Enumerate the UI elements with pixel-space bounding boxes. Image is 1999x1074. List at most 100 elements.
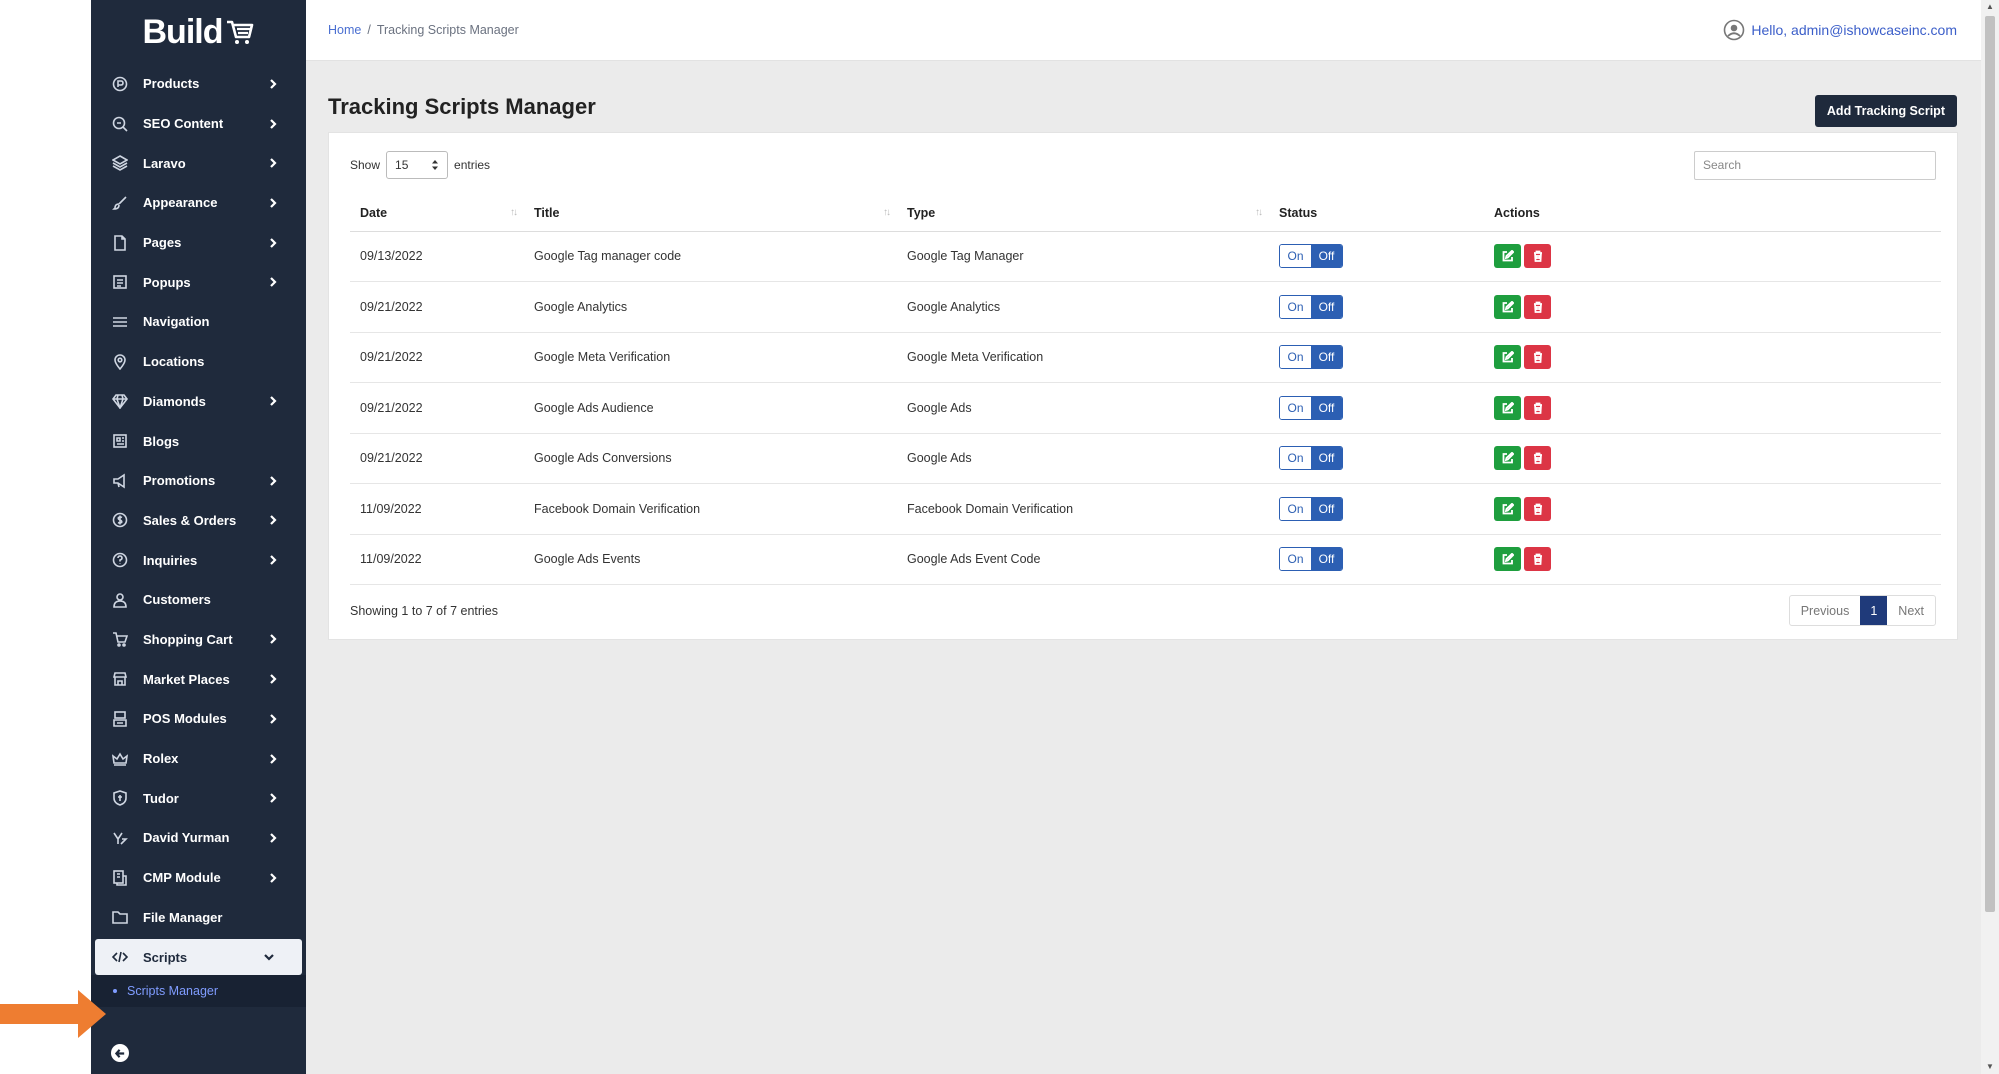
sidebar-item-file-manager[interactable]: File Manager xyxy=(91,897,306,937)
status-toggle[interactable]: On Off xyxy=(1279,446,1343,471)
status-toggle[interactable]: On Off xyxy=(1279,547,1343,572)
sidebar-item-tudor[interactable]: Tudor xyxy=(91,778,306,818)
sidebar-item-popups[interactable]: Popups xyxy=(91,262,306,302)
user-menu[interactable]: Hello, admin@ishowcaseinc.com xyxy=(1723,19,1957,41)
delete-button[interactable] xyxy=(1524,345,1551,370)
dollar-icon xyxy=(111,511,129,529)
tracking-scripts-table: Date ↑↓ Title ↑↓ Type ↑↓ Status Actions 09/… xyxy=(350,195,1941,585)
toggle-off[interactable]: Off xyxy=(1311,396,1342,419)
chevron-down-icon xyxy=(264,952,274,962)
column-header-title[interactable]: Title ↑↓ xyxy=(524,195,897,232)
search-input[interactable] xyxy=(1694,150,1936,180)
add-tracking-script-button[interactable]: Add Tracking Script xyxy=(1814,95,1957,127)
delete-button[interactable] xyxy=(1524,294,1551,319)
delete-button[interactable] xyxy=(1524,547,1551,572)
edit-button[interactable] xyxy=(1494,244,1521,269)
sidebar-item-promotions[interactable]: Promotions xyxy=(91,461,306,501)
edit-button[interactable] xyxy=(1494,496,1521,521)
brand-logo[interactable]: Build xyxy=(91,0,306,64)
dy-icon xyxy=(111,829,129,847)
column-header-status: Status xyxy=(1269,195,1484,232)
table-row: 09/21/2022 Google Meta Verification Google… xyxy=(350,332,1941,383)
delete-button[interactable] xyxy=(1524,446,1551,471)
sidebar-item-diamonds[interactable]: Diamonds xyxy=(91,382,306,422)
megaphone-icon xyxy=(111,472,129,490)
entries-select[interactable]: 15 xyxy=(386,151,449,179)
bullet-icon xyxy=(113,989,117,994)
toggle-off[interactable]: Off xyxy=(1311,497,1342,520)
cell-date: 09/21/2022 xyxy=(350,332,524,383)
edit-icon xyxy=(1502,502,1514,515)
scroll-down-icon[interactable]: ▼ xyxy=(1985,1062,1995,1072)
scroll-up-icon[interactable]: ▲ xyxy=(1985,2,1995,12)
column-header-type[interactable]: Type ↑↓ xyxy=(897,195,1269,232)
cell-title: Google Ads Conversions xyxy=(524,433,897,484)
toggle-off[interactable]: Off xyxy=(1311,548,1342,571)
pagination-previous[interactable]: Previous xyxy=(1790,596,1861,625)
sidebar-item-laravo[interactable]: Laravo xyxy=(91,143,306,183)
delete-button[interactable] xyxy=(1524,496,1551,521)
sidebar-item-shopping-cart[interactable]: Shopping Cart xyxy=(91,620,306,660)
delete-button[interactable] xyxy=(1524,395,1551,420)
toggle-off[interactable]: Off xyxy=(1311,346,1342,369)
question-icon xyxy=(111,551,129,569)
trash-icon xyxy=(1533,452,1542,465)
main-content: Home / Tracking Scripts Manager Hello, a… xyxy=(306,0,1981,1074)
sidebar-item-pages[interactable]: Pages xyxy=(91,223,306,263)
status-toggle[interactable]: On Off xyxy=(1279,294,1343,319)
toggle-on[interactable]: On xyxy=(1280,346,1311,369)
status-toggle[interactable]: On Off xyxy=(1279,395,1343,420)
toggle-on[interactable]: On xyxy=(1280,396,1311,419)
toggle-on[interactable]: On xyxy=(1280,245,1311,268)
sidebar-item-customers[interactable]: Customers xyxy=(91,580,306,620)
sidebar-item-locations[interactable]: Locations xyxy=(91,342,306,382)
edit-button[interactable] xyxy=(1494,446,1521,471)
table-header-row: Date ↑↓ Title ↑↓ Type ↑↓ Status Actions xyxy=(350,195,1941,232)
collapse-sidebar-button[interactable] xyxy=(111,1044,129,1062)
sidebar-item-blogs[interactable]: Blogs xyxy=(91,421,306,461)
sidebar-item-cmp-module[interactable]: CMP Module xyxy=(91,858,306,898)
cart-logo-icon xyxy=(227,20,254,44)
pagination-page-1[interactable]: 1 xyxy=(1860,596,1888,625)
toggle-off[interactable]: Off xyxy=(1311,245,1342,268)
toggle-on[interactable]: On xyxy=(1280,497,1311,520)
table-row: 09/13/2022 Google Tag manager code Google … xyxy=(350,231,1941,282)
breadcrumb-home-link[interactable]: Home xyxy=(328,23,361,37)
delete-button[interactable] xyxy=(1524,244,1551,269)
chevron-right-icon xyxy=(268,753,278,764)
toggle-on[interactable]: On xyxy=(1280,295,1311,318)
sidebar-item-seo-content[interactable]: SEO Content xyxy=(91,104,306,144)
toggle-off[interactable]: Off xyxy=(1311,447,1342,470)
table-row: 09/21/2022 Google Ads Conversions Google A… xyxy=(350,433,1941,484)
pagination-next[interactable]: Next xyxy=(1887,596,1935,625)
sidebar-item-pos-modules[interactable]: POS Modules xyxy=(91,699,306,739)
edit-button[interactable] xyxy=(1494,547,1521,572)
toggle-off[interactable]: Off xyxy=(1311,295,1342,318)
toggle-on[interactable]: On xyxy=(1280,447,1311,470)
sidebar-item-scripts[interactable]: Scripts xyxy=(95,939,302,976)
status-toggle[interactable]: On Off xyxy=(1279,244,1343,269)
sidebar-subitem-scripts-manager[interactable]: Scripts Manager xyxy=(91,975,306,1008)
sidebar-item-navigation[interactable]: Navigation xyxy=(91,302,306,342)
sidebar-item-market-places[interactable]: Market Places xyxy=(91,659,306,699)
sidebar-item-david-yurman[interactable]: David Yurman xyxy=(91,818,306,858)
sidebar-item-label: Laravo xyxy=(143,155,186,171)
sidebar-item-appearance[interactable]: Appearance xyxy=(91,183,306,223)
edit-button[interactable] xyxy=(1494,345,1521,370)
status-toggle[interactable]: On Off xyxy=(1279,496,1343,521)
sidebar-item-label: Diamonds xyxy=(143,393,206,409)
status-toggle[interactable]: On Off xyxy=(1279,345,1343,370)
sidebar-item-inquiries[interactable]: Inquiries xyxy=(91,540,306,580)
cell-type: Google Ads xyxy=(897,382,1269,434)
sidebar-item-products[interactable]: Products xyxy=(91,64,306,104)
scrollbar-thumb[interactable] xyxy=(1985,16,1995,912)
toggle-on[interactable]: On xyxy=(1280,548,1311,571)
edit-button[interactable] xyxy=(1494,395,1521,420)
sidebar-item-rolex[interactable]: Rolex xyxy=(91,739,306,779)
column-header-date[interactable]: Date ↑↓ xyxy=(350,195,524,232)
sidebar-item-label: Scripts xyxy=(143,949,188,965)
scrollbar[interactable]: ▲ ▼ xyxy=(1981,0,1999,1074)
edit-button[interactable] xyxy=(1494,294,1521,319)
sidebar-item-sales-orders[interactable]: Sales & Orders xyxy=(91,501,306,541)
cell-status: On Off xyxy=(1269,382,1484,434)
